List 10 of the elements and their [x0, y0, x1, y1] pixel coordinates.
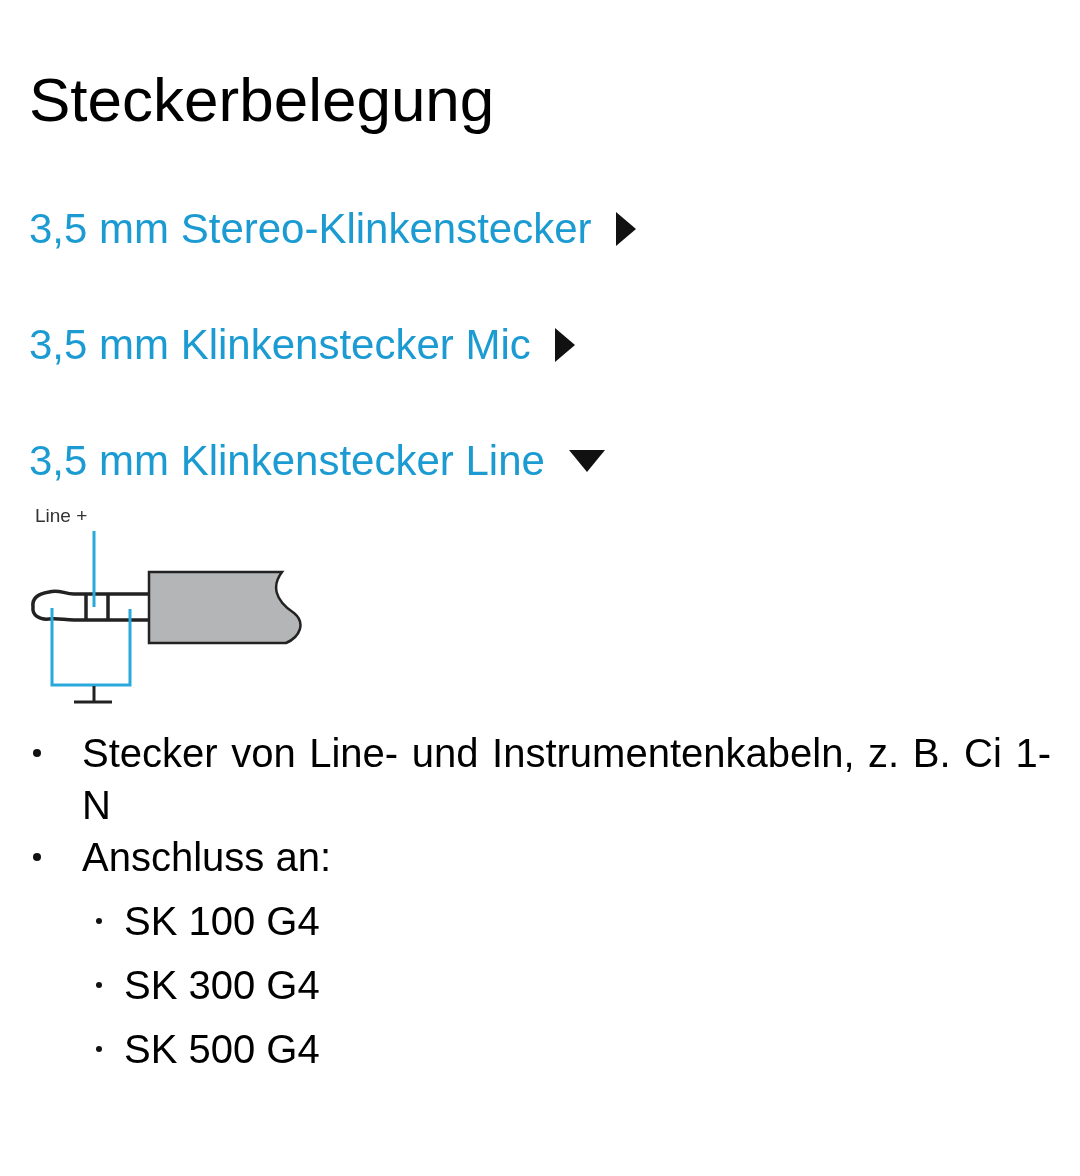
bullet-text: Anschluss an: [82, 834, 332, 881]
page-title: Steckerbelegung [29, 64, 496, 136]
bullet-text: SK 500 G4 [124, 1026, 320, 1073]
section-toggle[interactable]: 3,5 mm Klinkenstecker Mic [29, 320, 575, 370]
bullet-text: SK 100 G4 [124, 898, 320, 945]
pin-label: Line + [35, 506, 88, 525]
section-toggle[interactable]: 3,5 mm Stereo-Klinkenstecker [29, 204, 636, 254]
bullet-text: SK 300 G4 [124, 962, 320, 1009]
bullet-text: Stecker von Line- und Instrumentenkabeln, z. B. Ci 1-N [82, 730, 1051, 829]
section-toggle[interactable]: 3,5 mm Klinkenstecker Line [29, 436, 605, 486]
